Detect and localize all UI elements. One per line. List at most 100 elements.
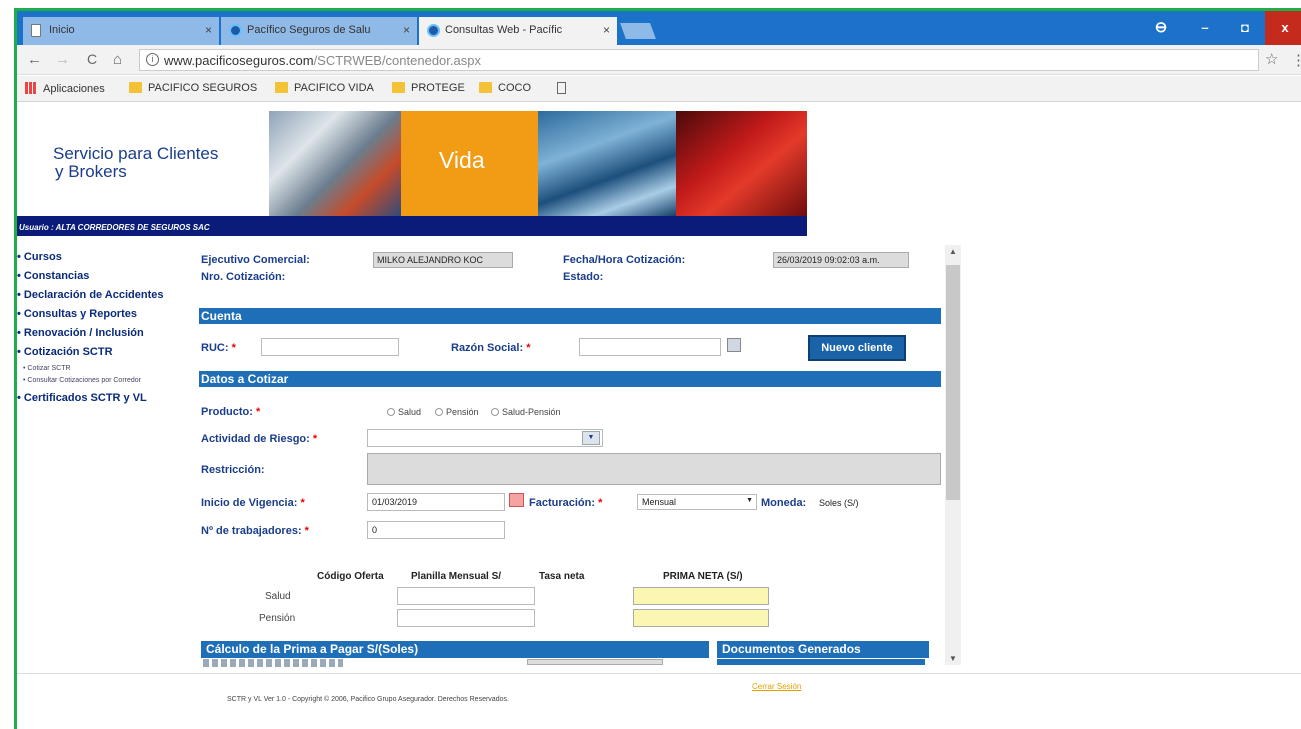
calendar-icon[interactable] <box>509 493 524 507</box>
header-planilla-mensual: Planilla Mensual S/ <box>411 571 502 582</box>
row-label-pension: Pensión <box>259 613 296 624</box>
url-input[interactable]: i www.pacificoseguros.com/SCTRWEB/conten… <box>139 49 1259 71</box>
close-tab-icon[interactable]: × <box>205 23 212 37</box>
bookmark-pacifico-seguros[interactable]: PACIFICO SEGUROS <box>129 82 257 94</box>
industrial-worker-image <box>269 111 401 217</box>
search-icon[interactable] <box>727 338 741 352</box>
browser-window: Inicio × Pacífico Seguros de Salu × Cons… <box>14 8 1301 729</box>
ruc-input[interactable] <box>261 338 399 356</box>
close-tab-icon[interactable]: × <box>403 23 410 37</box>
sidebar-subitem-consultar[interactable]: • Consultar Cotizaciones por Corredor <box>17 377 199 389</box>
tab-label: Consultas Web - Pacífic <box>445 24 563 36</box>
home-icon[interactable]: ⌂ <box>113 51 122 68</box>
moneda-value: Soles (S/) <box>819 498 859 508</box>
razon-social-input[interactable] <box>579 338 721 356</box>
restriccion-field <box>367 453 941 485</box>
estado-label: Estado: <box>563 271 604 283</box>
sidebar-item-certificados[interactable]: • Certificados SCTR y VL <box>17 392 199 411</box>
quote-form: Ejecutivo Comercial: MILKO ALEJANDRO KOC… <box>199 243 941 667</box>
radio-icon <box>491 408 499 416</box>
actividad-select[interactable]: ▼ <box>367 429 603 447</box>
brand-title: Servicio para Clientes y Brokers <box>53 145 218 181</box>
planilla-pension-input[interactable] <box>397 609 535 627</box>
trabajadores-label: Nº de trabajadores: * <box>201 525 309 537</box>
logout-link[interactable]: Cerrar Sesión <box>752 682 801 691</box>
bookmark-pacifico-vida[interactable]: PACIFICO VIDA <box>275 82 374 94</box>
radio-salud[interactable]: Salud <box>387 407 421 417</box>
tab-inicio[interactable]: Inicio × <box>23 17 219 45</box>
sidebar-item-declaracion[interactable]: • Declaración de Accidentes <box>17 289 199 308</box>
firefighter-image <box>676 111 807 217</box>
bookmark-label: PACIFICO VIDA <box>294 82 374 94</box>
bookmark-coco[interactable]: COCO <box>479 82 531 94</box>
bookmark-star-icon[interactable]: ☆ <box>1265 50 1278 68</box>
new-tab-button[interactable] <box>620 23 656 39</box>
prima-salud-field <box>633 587 769 605</box>
vida-label: Vida <box>439 147 485 173</box>
folder-icon <box>479 82 492 93</box>
folder-icon <box>275 82 288 93</box>
brand-line-1: Servicio para Clientes <box>53 144 219 163</box>
sidebar-item-cursos[interactable]: • Cursos <box>17 251 199 270</box>
tab-strip: Inicio × Pacífico Seguros de Salu × Cons… <box>17 11 1301 45</box>
tab-label: Inicio <box>49 24 75 36</box>
cut-off-field <box>527 659 663 665</box>
bookmarks-bar: Aplicaciones PACIFICO SEGUROS PACIFICO V… <box>17 76 1301 102</box>
radio-icon <box>435 408 443 416</box>
tab-consultas-web[interactable]: Consultas Web - Pacífic × <box>419 17 617 45</box>
section-calculo-prima: Cálculo de la Prima a Pagar S/(Soles) <box>201 641 709 658</box>
content-scrollbar[interactable]: ▲ ▼ <box>945 245 961 665</box>
ruc-label: RUC: * <box>201 342 236 354</box>
inicio-vigencia-label: Inicio de Vigencia: * <box>201 497 305 509</box>
copyright-text: SCTR y VL Ver 1.0 - Copyright © 2006, Pa… <box>227 696 509 703</box>
bookmark-aplicaciones[interactable]: Aplicaciones <box>25 82 105 95</box>
url-path: /SCTRWEB/contenedor.aspx <box>313 53 481 68</box>
account-icon[interactable]: ⊖ <box>1141 11 1181 45</box>
bookmark-label: Aplicaciones <box>43 83 105 95</box>
dropdown-arrow-icon: ▼ <box>582 431 600 445</box>
inicio-vigencia-input[interactable]: 01/03/2019 <box>367 493 505 511</box>
tab-pacifico-salud[interactable]: Pacífico Seguros de Salu × <box>221 17 417 45</box>
sidebar-item-renovacion[interactable]: • Renovación / Inclusión <box>17 327 199 346</box>
header-banner: Servicio para Clientes y Brokers Vida <box>17 107 807 217</box>
page-icon <box>557 82 566 94</box>
sidebar-subitem-cotizar[interactable]: • Cotizar SCTR <box>17 365 199 377</box>
menu-icon[interactable]: ⋮ <box>1291 51 1301 69</box>
bookmark-page[interactable] <box>557 82 566 95</box>
sidebar-item-consultas[interactable]: • Consultas y Reportes <box>17 308 199 327</box>
minimize-button[interactable]: – <box>1185 11 1225 45</box>
folder-icon <box>129 82 142 93</box>
bookmark-protege[interactable]: PROTEGE <box>392 82 465 94</box>
bookmark-label: COCO <box>498 82 531 94</box>
facturacion-select[interactable]: Mensual ▼ <box>637 494 757 510</box>
scroll-thumb[interactable] <box>946 265 960 500</box>
scroll-up-icon[interactable]: ▲ <box>949 247 957 256</box>
address-bar: ← → C ⌂ i www.pacificoseguros.com/SCTRWE… <box>17 45 1301 75</box>
close-tab-icon[interactable]: × <box>603 23 610 37</box>
apps-grid-icon <box>25 82 37 94</box>
sidebar-item-cotizacion[interactable]: • Cotización SCTR <box>17 346 199 365</box>
reload-icon[interactable]: C <box>87 51 97 67</box>
bookmark-label: PROTEGE <box>411 82 465 94</box>
restore-button[interactable]: ◘ <box>1225 11 1265 45</box>
trabajadores-input[interactable]: 0 <box>367 521 505 539</box>
web-page: Servicio para Clientes y Brokers Vida Us… <box>17 103 1301 729</box>
sidebar-item-constancias[interactable]: • Constancias <box>17 270 199 289</box>
radio-pension[interactable]: Pensión <box>435 407 479 417</box>
close-window-button[interactable]: x <box>1265 11 1301 45</box>
radio-salud-pension[interactable]: Salud-Pensión <box>491 407 561 417</box>
scroll-down-icon[interactable]: ▼ <box>949 654 957 663</box>
header-tasa-neta: Tasa neta <box>539 571 585 582</box>
vida-banner: Vida <box>401 111 538 217</box>
producto-label: Producto: * <box>201 406 261 418</box>
forward-icon[interactable]: → <box>55 51 70 68</box>
page-icon <box>31 24 41 37</box>
info-icon[interactable]: i <box>146 53 159 66</box>
nuevo-cliente-button[interactable]: Nuevo cliente <box>808 335 906 361</box>
actividad-label: Actividad de Riesgo: * <box>201 433 318 445</box>
planilla-salud-input[interactable] <box>397 587 535 605</box>
section-datos-cotizar: Datos a Cotizar <box>199 371 941 387</box>
prima-pension-field <box>633 609 769 627</box>
back-icon[interactable]: ← <box>27 51 42 68</box>
header-prima-neta: PRIMA NETA (S/) <box>663 571 743 582</box>
